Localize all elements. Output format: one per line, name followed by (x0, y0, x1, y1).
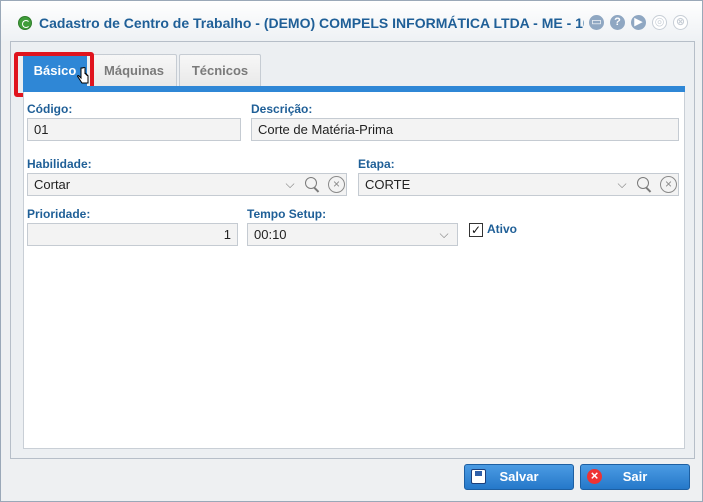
etapa-label: Etapa: (358, 157, 395, 171)
chevron-down-icon[interactable]: ⌵ (438, 224, 450, 245)
hand-cursor-icon (77, 67, 89, 84)
app-icon (18, 16, 32, 30)
settings-icon: ◎ (652, 15, 667, 30)
etapa-value: CORTE (365, 177, 411, 192)
tab-tecnicos[interactable]: Técnicos (179, 54, 261, 86)
search-icon[interactable] (637, 177, 652, 192)
tab-maquinas[interactable]: Máquinas (91, 54, 177, 86)
tempo-setup-label: Tempo Setup: (247, 207, 327, 221)
prioridade-field[interactable]: 1 (27, 223, 238, 246)
close-icon[interactable]: ⊗ (673, 15, 688, 30)
save-button[interactable]: Salvar (464, 464, 574, 490)
title-bar: Cadastro de Centro de Trabalho - (DEMO) … (1, 1, 702, 41)
exit-button-label: Sair (622, 469, 648, 484)
chevron-down-icon[interactable]: ⌵ (616, 174, 628, 195)
app-window: Cadastro de Centro de Trabalho - (DEMO) … (0, 0, 703, 502)
ativo-label: Ativo (487, 222, 517, 236)
codigo-label: Código: (27, 102, 73, 116)
habilidade-field[interactable]: Cortar ⌵ × (27, 173, 347, 196)
descricao-label: Descrição: (251, 102, 313, 116)
codigo-field[interactable]: 01 (27, 118, 241, 141)
exit-button[interactable]: Sair (580, 464, 690, 490)
habilidade-label: Habilidade: (27, 157, 92, 171)
prioridade-label: Prioridade: (27, 207, 91, 221)
ativo-checkbox[interactable]: ✓ (469, 223, 483, 237)
habilidade-value: Cortar (34, 177, 71, 192)
tempo-setup-value: 00:10 (254, 227, 287, 242)
help-icon[interactable]: ? (610, 15, 625, 30)
clear-icon[interactable]: × (660, 176, 677, 193)
play-icon[interactable]: ▶ (631, 15, 646, 30)
tempo-setup-field[interactable]: 00:10 ⌵ (247, 223, 458, 246)
search-icon[interactable] (305, 177, 320, 192)
minimize-icon[interactable]: ▭ (589, 15, 604, 30)
window-title: Cadastro de Centro de Trabalho - (DEMO) … (39, 15, 584, 31)
form-content (23, 92, 685, 449)
chevron-down-icon[interactable]: ⌵ (284, 174, 296, 195)
descricao-field[interactable]: Corte de Matéria-Prima (251, 118, 679, 141)
save-button-label: Salvar (499, 469, 539, 484)
etapa-field[interactable]: CORTE ⌵ × (358, 173, 679, 196)
clear-icon[interactable]: × (328, 176, 345, 193)
main-panel: Básico Máquinas Técnicos (10, 41, 695, 459)
